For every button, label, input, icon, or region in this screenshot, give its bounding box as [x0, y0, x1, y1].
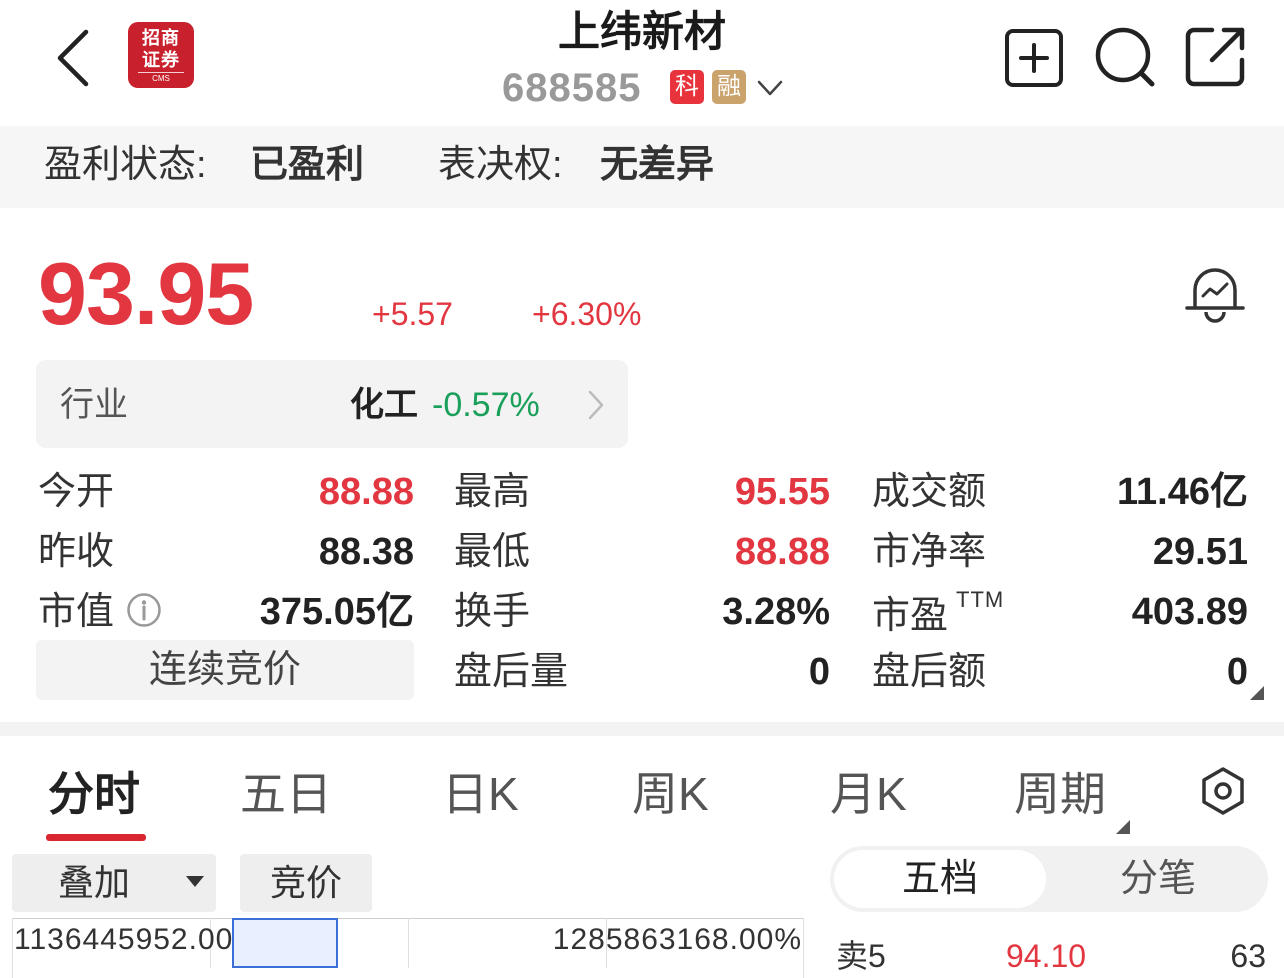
after-hours-volume-label: 盘后量	[454, 651, 569, 693]
open-value: 88.88	[318, 471, 414, 513]
turnover-rate-value: 3.28%	[722, 591, 830, 633]
chevron-down-icon[interactable]	[756, 74, 784, 102]
segment-tick-detail[interactable]: 分笔	[1052, 852, 1264, 906]
broker-logo: 招商 证券 CMS	[128, 22, 194, 88]
industry-change: -0.57%	[432, 386, 540, 424]
active-tab-indicator	[46, 834, 146, 841]
low-value: 88.88	[734, 531, 830, 573]
orderbook-row-price: 94.10	[1006, 938, 1087, 974]
pe-ttm-superscript: TTM	[956, 587, 1005, 612]
segment-five-level[interactable]: 五档	[834, 852, 1046, 906]
high-value: 95.55	[734, 471, 830, 513]
voting-rights-value: 无差异	[600, 144, 715, 186]
price-change: +5.57	[372, 296, 453, 332]
open-label: 今开	[38, 471, 115, 513]
industry-name: 化工	[350, 386, 418, 424]
caret-down-icon	[186, 876, 204, 887]
back-chevron-left-icon[interactable]	[52, 28, 96, 88]
chart-grid-line	[408, 918, 409, 968]
stock-name: 上纬新材	[557, 8, 726, 55]
voting-rights-label: 表决权:	[438, 144, 563, 186]
pe-ratio-label: 市盈	[872, 595, 949, 637]
chart-axis-right-value: 1285863168.00%	[552, 923, 802, 956]
logo-sub: CMS	[152, 74, 170, 83]
industry-label: 行业	[60, 386, 128, 424]
hexagon-settings-icon[interactable]	[1198, 766, 1248, 816]
price-alert-bell-icon[interactable]	[1184, 262, 1246, 326]
prev-close-value: 88.38	[318, 531, 414, 573]
orderbook-row-volume: 63	[1230, 938, 1266, 974]
turnover-amount-value: 11.46亿	[1117, 471, 1248, 513]
after-hours-amount-label: 盘后额	[872, 651, 987, 693]
after-hours-volume-value: 0	[808, 651, 830, 693]
info-icon[interactable]	[126, 592, 162, 628]
market-cap-value: 375.05亿	[259, 591, 414, 633]
market-cap-label: 市值	[38, 591, 115, 633]
profit-status-value: 已盈利	[250, 144, 365, 186]
turnover-amount-label: 成交额	[872, 471, 987, 513]
turnover-rate-label: 换手	[454, 591, 531, 633]
period-dropdown-corner-icon[interactable]	[1116, 820, 1130, 834]
tab-intraday[interactable]: 分时	[48, 764, 140, 824]
logo-line2: 证券	[142, 50, 180, 70]
trading-phase-label: 连续竞价	[148, 649, 301, 691]
margin-trading-badge: 融	[712, 70, 746, 104]
section-divider	[0, 722, 1284, 736]
prev-close-label: 昨收	[38, 531, 115, 573]
tab-monthly-k[interactable]: 月K	[830, 764, 907, 824]
tab-period[interactable]: 周期	[1014, 764, 1106, 824]
overlay-label: 叠加	[58, 862, 131, 903]
after-hours-amount-value: 0	[1226, 651, 1248, 693]
price-change-percent: +6.30%	[532, 296, 642, 332]
tab-five-day[interactable]: 五日	[240, 764, 332, 824]
chart-crosshair-box	[232, 918, 338, 968]
current-price: 93.95	[38, 244, 254, 343]
tab-weekly-k[interactable]: 周K	[632, 764, 709, 824]
logo-line1: 招商	[142, 28, 180, 48]
chart-axis-left-value: 1136445952.00	[14, 923, 234, 956]
orderbook-row-label: 卖5	[836, 938, 886, 974]
pb-ratio-value: 29.51	[1152, 531, 1248, 573]
add-watchlist-icon[interactable]	[1004, 28, 1064, 88]
chevron-right-icon	[588, 390, 604, 420]
auction-toggle-label: 竞价	[269, 862, 342, 903]
stock-code[interactable]: 688585	[502, 66, 641, 110]
expand-corner-icon[interactable]	[1250, 686, 1264, 700]
pb-ratio-label: 市净率	[872, 531, 987, 573]
profit-status-label: 盈利状态:	[44, 144, 207, 186]
tab-daily-k[interactable]: 日K	[442, 764, 519, 824]
pe-ratio-value: 403.89	[1131, 591, 1248, 633]
search-icon[interactable]	[1094, 26, 1156, 88]
high-label: 最高	[454, 471, 531, 513]
low-label: 最低	[454, 531, 531, 573]
star-market-badge: 科	[670, 70, 704, 104]
share-icon[interactable]	[1184, 26, 1246, 88]
